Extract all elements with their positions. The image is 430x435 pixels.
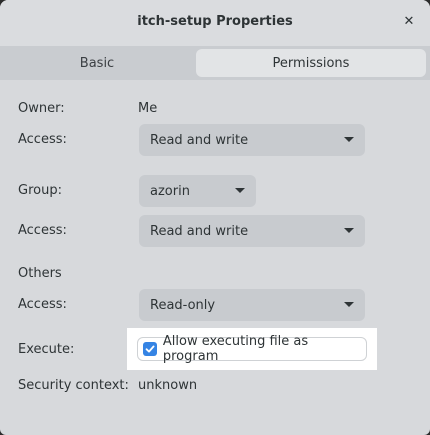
- group-value: azorin: [150, 183, 190, 199]
- tab-bar: Basic Permissions: [0, 46, 430, 80]
- chevron-down-icon: [235, 188, 245, 193]
- chevron-down-icon: [344, 302, 354, 307]
- group-label: Group:: [18, 183, 62, 198]
- others-access-value: Read-only: [150, 297, 216, 313]
- security-context-value: unknown: [138, 378, 198, 393]
- chevron-down-icon: [344, 137, 354, 142]
- close-button[interactable]: ✕: [400, 12, 418, 30]
- others-label: Others: [18, 266, 62, 281]
- execute-checkbox[interactable]: Allow executing file as program: [137, 334, 367, 364]
- owner-access-dropdown[interactable]: Read and write: [139, 124, 365, 156]
- execute-label: Execute:: [18, 342, 75, 357]
- checkmark-icon: [145, 345, 155, 353]
- close-icon: ✕: [403, 13, 415, 29]
- security-context-label: Security context:: [18, 378, 129, 393]
- group-access-dropdown[interactable]: Read and write: [139, 215, 365, 247]
- chevron-down-icon: [344, 228, 354, 233]
- tab-permissions[interactable]: Permissions: [196, 49, 426, 77]
- checkbox-checked[interactable]: [143, 342, 157, 356]
- owner-value: Me: [138, 101, 158, 116]
- window-title: itch-setup Properties: [137, 14, 293, 29]
- tab-basic[interactable]: Basic: [2, 49, 192, 77]
- owner-access-label: Access:: [18, 132, 67, 147]
- others-access-dropdown[interactable]: Read-only: [139, 289, 365, 321]
- group-dropdown[interactable]: azorin: [139, 175, 256, 207]
- group-access-label: Access:: [18, 223, 67, 238]
- execute-checkbox-label: Allow executing file as program: [162, 334, 309, 364]
- owner-access-value: Read and write: [150, 132, 249, 148]
- owner-label: Owner:: [18, 101, 65, 116]
- titlebar: itch-setup Properties ✕: [0, 0, 430, 46]
- group-access-value: Read and write: [150, 223, 249, 239]
- properties-dialog: itch-setup Properties ✕ Basic Permission…: [0, 0, 430, 435]
- others-access-label: Access:: [18, 297, 67, 312]
